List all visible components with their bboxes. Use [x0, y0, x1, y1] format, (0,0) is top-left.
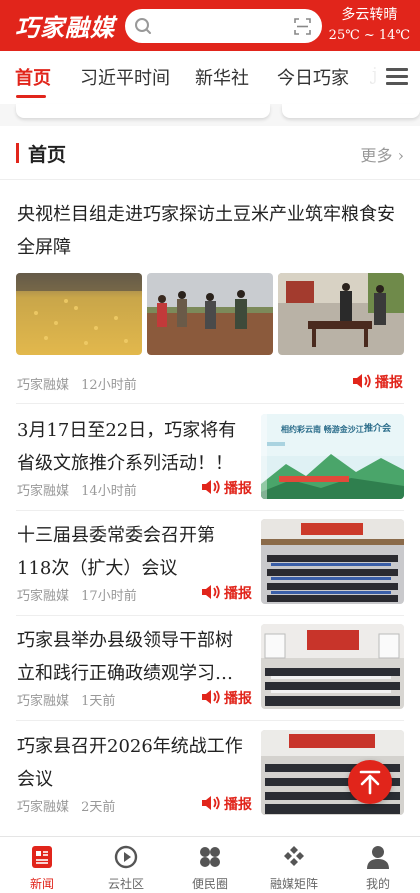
article-time: 2天前 [81, 800, 116, 815]
arrow-up-icon [359, 770, 381, 795]
article-time: 12小时前 [81, 378, 137, 393]
scan-icon[interactable] [294, 18, 311, 35]
speaker-icon [202, 585, 220, 599]
article-meta: 巧家融媒 14小时前 [17, 480, 137, 499]
feature-meta: 巧家融媒 12小时前 [17, 374, 137, 393]
broadcast-button[interactable]: 播报 [201, 478, 252, 498]
nav-label: 云社区 [107, 877, 144, 891]
search-bar[interactable] [125, 9, 322, 43]
nav-news[interactable]: 新闻 [0, 837, 84, 893]
divider [16, 720, 404, 721]
thumbnail-caption-2: 推介会 [363, 424, 391, 434]
article-thumbnail-tourism[interactable]: 相约彩云南 畅游金沙江 推介会 [261, 414, 404, 499]
article-meta: 巧家融媒 2天前 [17, 796, 115, 815]
broadcast-button[interactable]: 播报 [201, 794, 252, 814]
carousel-card-peek[interactable] [16, 104, 270, 118]
divider [16, 510, 404, 511]
feature-article-title[interactable]: 央视栏目组走进巧家探访土豆米产业筑牢粮食安全屏障 [17, 198, 405, 264]
more-link[interactable]: 更多 › [360, 142, 404, 166]
nav-cloud-community[interactable]: 云社区 [84, 837, 168, 893]
article-source: 巧家融媒 [17, 694, 70, 709]
speaker-icon [353, 374, 371, 388]
broadcast-button[interactable]: 播报 [352, 372, 403, 392]
speaker-icon [202, 796, 220, 810]
divider [16, 615, 404, 616]
weather-condition: 多云转晴 [341, 7, 398, 23]
thumbnail-caption: 相约彩云南 畅游金沙江 [281, 424, 364, 434]
tab-home[interactable]: 首页 [15, 64, 51, 90]
active-tab-indicator [16, 95, 46, 98]
tab-xinhua[interactable]: 新华社 [195, 64, 249, 90]
article-title[interactable]: 巧家县召开2026年统战工作会议 [17, 730, 249, 796]
divider [16, 403, 404, 404]
bottom-navigation: 新闻 云社区 便民圈 融媒矩阵 我的 [0, 836, 420, 893]
nav-profile[interactable]: 我的 [336, 837, 420, 893]
carousel-card-peek[interactable] [282, 104, 420, 118]
section-accent-bar [16, 143, 19, 163]
article-time: 17小时前 [81, 589, 137, 604]
broadcast-button[interactable]: 播报 [201, 688, 252, 708]
section-header: 首页 更多 › [0, 126, 420, 180]
article-meta: 巧家融媒 1天前 [17, 690, 115, 709]
nav-convenience-circle[interactable]: 便民圈 [168, 837, 252, 893]
tabs-fade [358, 51, 380, 104]
weather-temperature: 25℃ ~ 14℃ [328, 28, 410, 43]
nav-label: 融媒矩阵 [269, 877, 318, 891]
article-time: 1天前 [81, 694, 116, 709]
app-logo: 巧家融媒 [15, 14, 115, 42]
article-source: 巧家融媒 [17, 589, 70, 604]
article-title[interactable]: 巧家县举办县级领导干部树立和践行正确政绩观学习… [17, 624, 249, 690]
article-title[interactable]: 十三届县委常委会召开第118次（扩大）会议 [17, 519, 249, 585]
nav-label: 便民圈 [191, 877, 228, 891]
article-time: 14小时前 [81, 484, 137, 499]
feature-image-potato-rice[interactable] [16, 273, 142, 355]
article-meta: 巧家融媒 17小时前 [17, 585, 137, 604]
back-to-top-button[interactable] [348, 760, 392, 804]
speaker-icon [202, 690, 220, 704]
weather-widget[interactable]: 多云转晴 25℃ ~ 14℃ [329, 5, 410, 47]
speaker-icon [202, 480, 220, 494]
news-icon [32, 846, 52, 868]
user-icon [367, 846, 389, 869]
article-source: 巧家融媒 [17, 484, 70, 499]
section-title: 首页 [28, 144, 67, 166]
grid-icon [200, 847, 220, 867]
nav-media-matrix[interactable]: 融媒矩阵 [252, 837, 336, 893]
channel-tabs: 首页 习近平时间 新华社 今日巧家 j [0, 51, 420, 104]
feature-image-interview[interactable] [278, 273, 404, 355]
play-circle-icon [114, 845, 138, 869]
broadcast-button[interactable]: 播报 [201, 583, 252, 603]
chevron-right-icon: › [397, 146, 404, 165]
tab-xi-time[interactable]: 习近平时间 [80, 64, 170, 90]
article-source: 巧家融媒 [17, 800, 70, 815]
article-title[interactable]: 3月17日至22日，巧家将有省级文旅推介系列活动！！ [17, 414, 249, 480]
feature-image-field-work[interactable] [147, 273, 273, 355]
menu-icon[interactable] [386, 68, 408, 86]
tab-today-qiaojia[interactable]: 今日巧家 [277, 64, 349, 90]
article-thumbnail-meeting[interactable] [261, 519, 404, 604]
app-header: 巧家融媒 多云转晴 25℃ ~ 14℃ [0, 0, 420, 51]
article-source: 巧家融媒 [17, 378, 70, 393]
diamond-grid-icon [284, 846, 304, 866]
article-thumbnail-study-session[interactable] [261, 624, 404, 709]
nav-label: 我的 [365, 877, 390, 891]
search-icon [135, 18, 151, 34]
nav-label: 新闻 [29, 877, 54, 891]
